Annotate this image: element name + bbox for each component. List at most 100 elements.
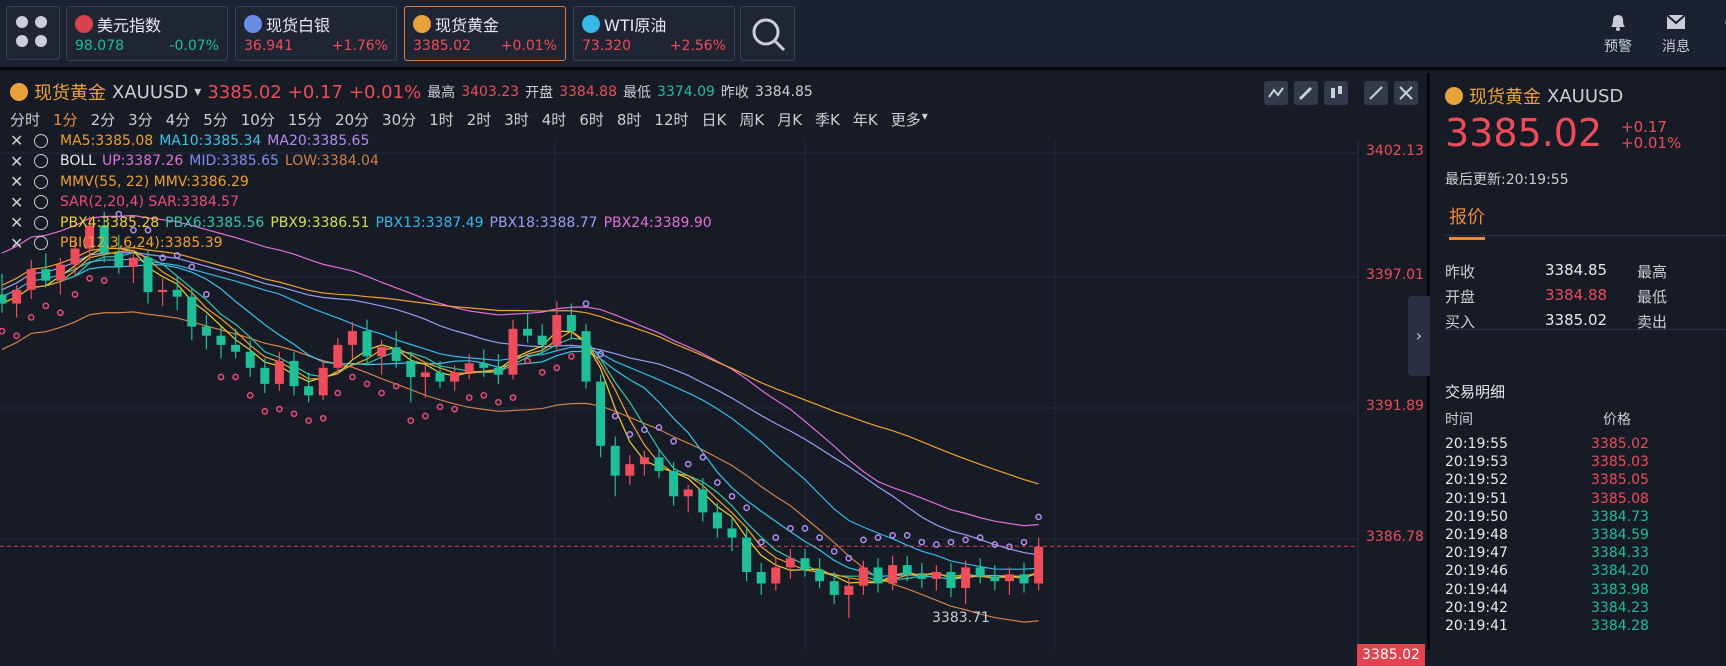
candle-body (712, 512, 722, 529)
ticker-name-row: 美元指数 (75, 12, 161, 36)
candle-body (450, 372, 460, 382)
candle-body (610, 445, 620, 476)
close-chart-button[interactable] (1394, 81, 1418, 105)
ticker-1[interactable]: 现货白银 36.941 +1.76% (235, 6, 397, 61)
candle-body (566, 315, 576, 332)
side-pct: +0.01% (1621, 134, 1682, 152)
bell-icon (1611, 15, 1625, 31)
timeframe-21[interactable]: 年K (853, 109, 878, 130)
remove-indicator-icon[interactable]: ✕ (10, 193, 28, 212)
indicator-value: PBX6:3385.56 (165, 214, 265, 231)
collapse-button[interactable] (1364, 81, 1388, 105)
settings-icon[interactable] (34, 215, 48, 230)
candle-body (756, 572, 766, 584)
timeframe-16[interactable]: 12时 (654, 109, 688, 130)
bell-button[interactable]: 预警 (1596, 12, 1640, 56)
search-button[interactable] (740, 6, 795, 61)
candle-body (406, 360, 416, 377)
sar-dot (582, 300, 590, 307)
timeframe-8[interactable]: 20分 (335, 109, 369, 130)
candle-body (727, 528, 737, 538)
ma10-line (1, 264, 1039, 580)
chart-header: 现货黄金 XAUUSD ▾ 3385.02 +0.17 +0.01% 最高 34… (10, 79, 813, 105)
apps-grid-icon[interactable] (6, 6, 60, 60)
mail-button[interactable]: 消息 (1654, 12, 1698, 56)
candle-body (1019, 574, 1029, 584)
candle-body (289, 360, 299, 387)
settings-icon[interactable] (34, 236, 48, 250)
settings-icon[interactable] (34, 133, 48, 148)
timeframe-11[interactable]: 2时 (467, 109, 492, 130)
timeframe-0[interactable]: 分时 (10, 109, 40, 130)
remove-indicator-icon[interactable]: ✕ (10, 131, 28, 150)
ticker-price: 98.078 (75, 38, 124, 54)
expand-panel-handle[interactable]: › (1408, 296, 1430, 376)
sar-dot (641, 426, 648, 434)
timeframe-15[interactable]: 8时 (617, 109, 642, 130)
timeframe-6[interactable]: 10分 (241, 109, 275, 130)
timeframe-12[interactable]: 3时 (504, 109, 529, 130)
sar-dot (874, 534, 882, 541)
indicator-tool-button[interactable] (1264, 81, 1288, 105)
timeframe-17[interactable]: 日K (702, 109, 727, 130)
timeframe-10[interactable]: 1时 (429, 109, 454, 130)
sar-dot (714, 479, 721, 486)
service-button[interactable]: 客 (1712, 12, 1726, 56)
indicator-value: MID:3385.65 (189, 153, 279, 169)
timeframe-19[interactable]: 月K (777, 109, 802, 130)
indicator-value: PBX13:3387.49 (375, 214, 484, 231)
settings-icon[interactable] (34, 195, 48, 209)
quote-side-panel: 现货黄金 XAUUSD 3385.02 +0.17 +0.01% 最后更新:20… (1433, 73, 1726, 650)
close-icon (1399, 86, 1413, 100)
candle-type-button[interactable] (1324, 81, 1348, 105)
ma5-line (1, 249, 1039, 584)
candle-body (158, 289, 168, 293)
remove-indicator-icon[interactable]: ✕ (10, 213, 28, 232)
sar-dot (363, 380, 371, 388)
timeframe-7[interactable]: 15分 (288, 109, 322, 130)
draw-tool-button[interactable] (1294, 81, 1318, 105)
remove-indicator-icon[interactable]: ✕ (10, 172, 28, 191)
ticker-2[interactable]: 现货黄金 3385.02 +0.01% (404, 6, 566, 61)
divider (1445, 235, 1726, 236)
timeframe-1[interactable]: 1分 (53, 109, 78, 130)
boll-up-line (1, 214, 1039, 527)
trade-time: 20:19:53 (1445, 454, 1508, 471)
timeframe-2[interactable]: 2分 (91, 109, 116, 130)
sar-dot (27, 314, 35, 321)
timeframe-3[interactable]: 3分 (128, 109, 153, 130)
timeframe-13[interactable]: 4时 (542, 109, 567, 130)
ticker-name-row: WTI原油 (582, 12, 666, 36)
symbol-dropdown-icon[interactable]: ▾ (194, 84, 201, 100)
quote-value: 3384.85 (1545, 261, 1608, 279)
gold-icon (1445, 87, 1463, 105)
ticker-name: WTI原油 (604, 16, 667, 35)
side-symbol: XAUUSD (1547, 85, 1624, 107)
update-label: 最后更新: (1445, 172, 1506, 188)
settings-icon[interactable] (34, 174, 48, 189)
sar-dot (655, 424, 663, 431)
settings-icon[interactable] (34, 154, 48, 168)
timeframe-9[interactable]: 30分 (382, 109, 416, 130)
more-dropdown-icon[interactable]: ▾ (922, 109, 928, 130)
candle-body (990, 576, 1000, 582)
pbx13-line (1, 258, 1039, 570)
timeframe-20[interactable]: 季K (815, 109, 840, 130)
remove-indicator-icon[interactable]: ✕ (10, 234, 28, 253)
timeframe-5[interactable]: 5分 (203, 109, 228, 130)
remove-indicator-icon[interactable]: ✕ (10, 152, 28, 171)
timeframe-18[interactable]: 周K (739, 109, 764, 130)
ticker-0[interactable]: 美元指数 98.078 -0.07% (66, 6, 228, 61)
indicator-value: PBX24:3389.90 (603, 214, 712, 231)
timeframe-4[interactable]: 4分 (166, 109, 191, 130)
mail-icon (1666, 14, 1686, 29)
sar-dot (830, 548, 838, 555)
candle-body (785, 558, 795, 568)
ticker-3[interactable]: WTI原油 73.320 +2.56% (573, 6, 735, 61)
instrument-symbol[interactable]: XAUUSD (112, 82, 188, 103)
sar-dot (728, 492, 736, 500)
candle-body (493, 367, 503, 375)
timeframe-22[interactable]: 更多 (891, 109, 921, 130)
indicator-value: UP:3387.26 (101, 153, 184, 169)
timeframe-14[interactable]: 6时 (579, 109, 604, 130)
